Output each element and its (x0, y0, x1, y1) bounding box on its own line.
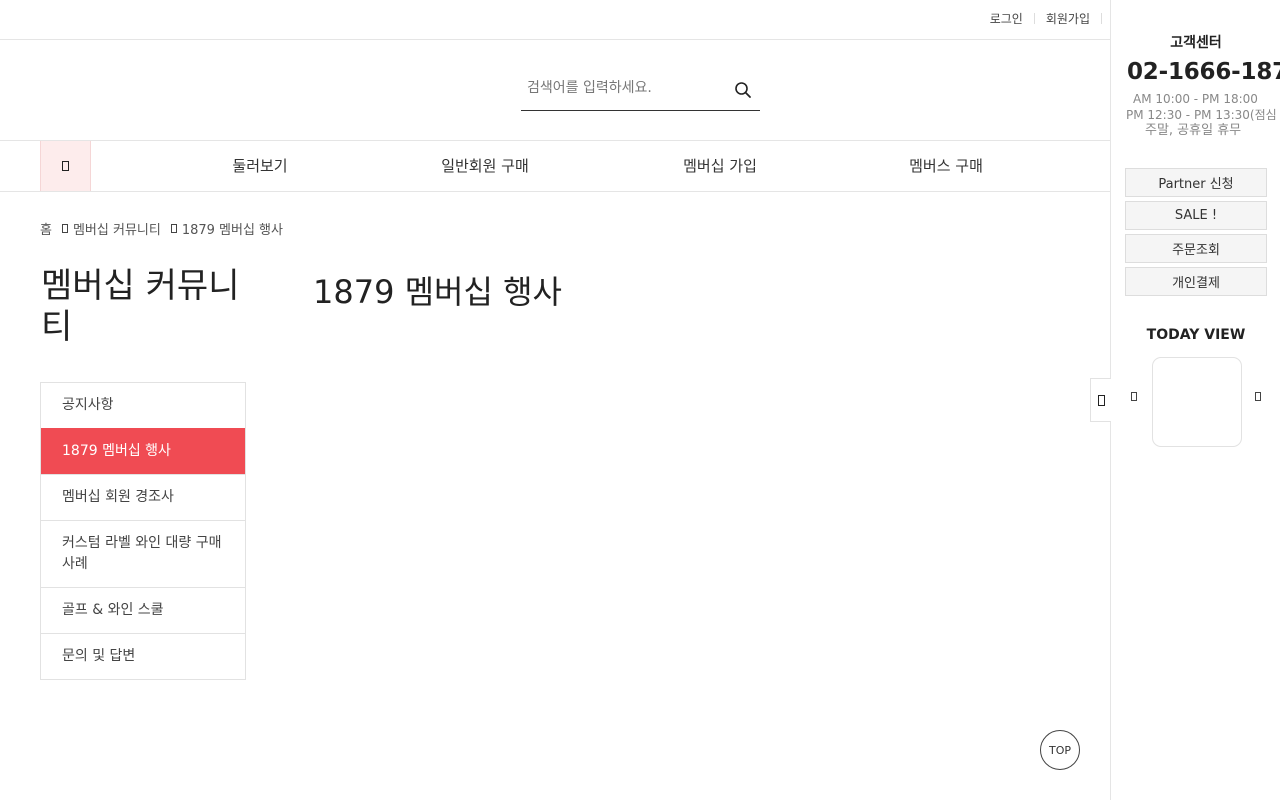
chevron-right-icon (170, 224, 177, 233)
partner-apply-button[interactable]: Partner 신청 (1125, 168, 1267, 197)
page-title: 1879 멤버십 행사 (313, 273, 562, 311)
side-menu-item-custom-label[interactable]: 커스텀 라벨 와인 대량 구매 사례 (41, 520, 245, 587)
breadcrumb-current[interactable]: 1879 멤버십 행사 (182, 219, 283, 238)
scroll-top-button[interactable]: TOP (1040, 730, 1080, 770)
side-menu-item-golf-wine-school[interactable]: 골프 & 와인 스쿨 (41, 587, 245, 633)
all-menu-button[interactable] (40, 141, 91, 191)
today-view-prev-icon[interactable] (1131, 392, 1137, 401)
today-view-next-icon[interactable] (1255, 392, 1261, 401)
quick-panel: 고객센터 02-1666-1879 AM 10:00 - PM 18:00 PM… (1110, 0, 1280, 800)
login-link[interactable]: 로그인 (979, 10, 1034, 27)
today-view-title: TODAY VIEW (1146, 327, 1246, 343)
breadcrumb-home[interactable]: 홈 (40, 219, 52, 238)
search-icon[interactable] (734, 81, 752, 99)
today-view-list (1152, 357, 1242, 447)
side-menu-item-notice[interactable]: 공지사항 (41, 383, 245, 428)
side-menu: 공지사항 1879 멤버십 행사 멤버십 회원 경조사 커스텀 라벨 와인 대량… (40, 382, 246, 680)
global-nav: 둘러보기 일반회원 구매 멤버십 가입 멤버스 구매 (0, 140, 1110, 192)
member-links: 로그인 회원가입 (979, 10, 1102, 27)
search-box (521, 70, 760, 111)
breadcrumb: 홈 멤버십 커뮤니티 1879 멤버십 행사 (40, 219, 283, 238)
signup-link[interactable]: 회원가입 (1035, 10, 1101, 27)
nav-item-browse[interactable]: 둘러보기 (232, 155, 287, 176)
nav-item-members-purchase[interactable]: 멤버스 구매 (909, 155, 983, 176)
hours-lunch: PM 12:30 - PM 13:30(점심 (1126, 108, 1277, 122)
side-menu-item-member-news[interactable]: 멤버십 회원 경조사 (41, 474, 245, 520)
top-utility-bar: 로그인 회원가입 (0, 0, 1110, 40)
section-title: 멤버십 커뮤니티 (41, 266, 240, 347)
customer-center-title: 고객센터 (1170, 35, 1222, 51)
customer-center-phone: 02-1666-1879 (1127, 59, 1280, 85)
side-menu-item-qna[interactable]: 문의 및 답변 (41, 633, 245, 679)
sale-button[interactable]: SALE ! (1125, 201, 1267, 230)
breadcrumb-community[interactable]: 멤버십 커뮤니티 (73, 219, 161, 238)
nav-item-general-purchase[interactable]: 일반회원 구매 (441, 155, 529, 176)
quick-panel-toggle[interactable] (1090, 378, 1111, 422)
order-lookup-button[interactable]: 주문조회 (1125, 234, 1267, 263)
search-input[interactable] (527, 80, 722, 96)
personal-payment-button[interactable]: 개인결제 (1125, 267, 1267, 296)
hours-weekday: AM 10:00 - PM 18:00 (1133, 92, 1258, 106)
hours-holiday: 주말, 공휴일 휴무 (1145, 123, 1242, 138)
chevron-right-icon (61, 224, 68, 233)
link-divider (1101, 13, 1102, 24)
panel-toggle-icon (1097, 394, 1105, 406)
nav-item-membership-join[interactable]: 멤버십 가입 (683, 155, 757, 176)
side-menu-item-membership-event[interactable]: 1879 멤버십 행사 (41, 428, 245, 474)
hamburger-icon (62, 161, 69, 171)
